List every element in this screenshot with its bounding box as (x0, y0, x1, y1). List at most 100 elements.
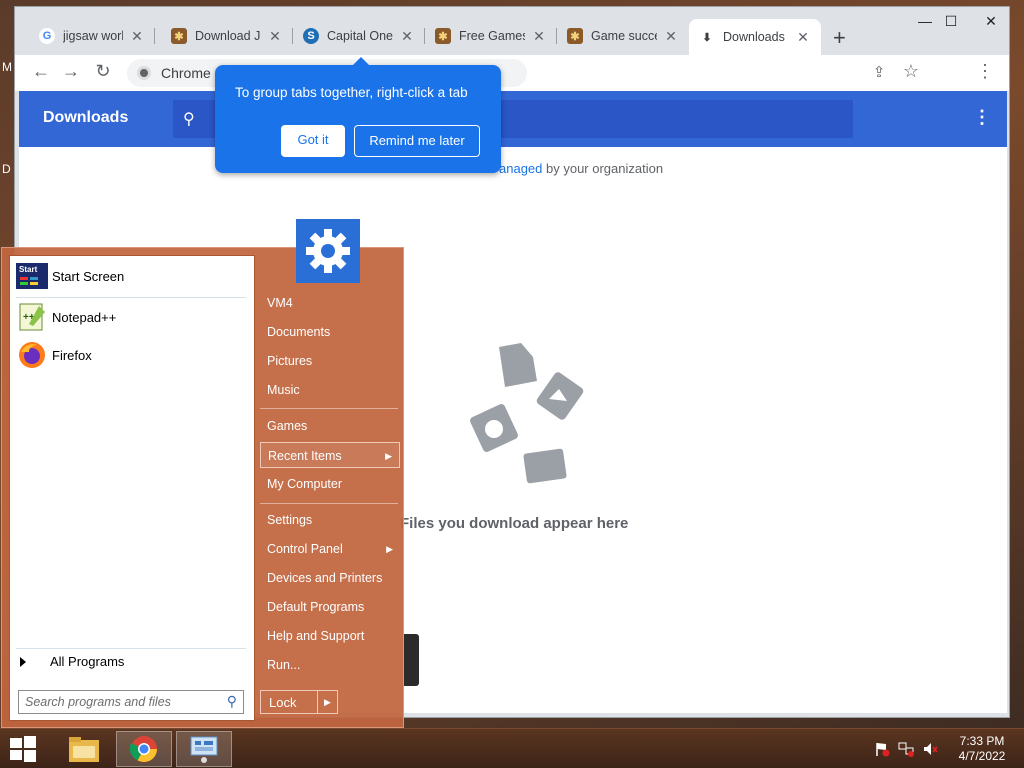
clock-time: 7:33 PM (959, 734, 1005, 748)
start-link-default-programs[interactable]: Default Programs (260, 594, 400, 620)
managed-text: by your organization (542, 161, 664, 176)
start-screen-icon: Start (16, 260, 48, 292)
start-link-run[interactable]: Run... (260, 652, 400, 678)
forward-icon[interactable]: → (59, 61, 83, 82)
taskbar-control-panel[interactable] (176, 731, 232, 767)
start-search-input[interactable]: Search programs and files ⚲ (18, 690, 244, 714)
divider (260, 503, 398, 504)
tab-strip: G jigsaw world ✕ ✱ Download Ji ✕ S Capit… (15, 7, 1009, 55)
start-menu-programs-pane: Start Start Screen ++ Notepad++ Firefox … (9, 255, 255, 721)
download-icon: ⬇ (702, 31, 712, 44)
submenu-arrow-icon: ▶ (385, 451, 392, 461)
empty-message: Files you download appear here (400, 515, 629, 532)
back-icon[interactable]: ← (29, 61, 53, 82)
got-it-button[interactable]: Got it (281, 125, 345, 157)
close-icon[interactable]: ✕ (267, 28, 283, 45)
clock-date: 4/7/2022 (958, 749, 1006, 763)
divider (16, 297, 246, 298)
managed-notice: anaged by your organization (499, 161, 663, 176)
empty-downloads-illustration (470, 343, 584, 484)
new-tab-button[interactable]: + (833, 25, 846, 51)
remind-me-later-button[interactable]: Remind me later (354, 125, 480, 157)
tab-label: Capital One (327, 29, 393, 43)
start-item-start-screen[interactable]: Start Start Screen (16, 260, 124, 292)
start-item-firefox[interactable]: Firefox (16, 339, 92, 371)
tab-label: Game succe (591, 29, 657, 43)
submenu-arrow-icon: ▶ (386, 544, 393, 554)
all-programs-button[interactable]: All Programs (20, 654, 124, 669)
start-link-help-and-support[interactable]: Help and Support (260, 623, 400, 649)
bookmark-star-icon[interactable]: ☆ (899, 61, 923, 82)
reload-icon[interactable]: ↻ (91, 61, 115, 82)
close-icon[interactable]: ✕ (129, 28, 145, 45)
more-actions-icon[interactable]: ⋮ (973, 107, 991, 128)
file-icon (499, 343, 537, 387)
tab-download-jigsaw[interactable]: ✱ Download Ji ✕ (161, 19, 293, 53)
start-link-documents[interactable]: Documents (260, 319, 400, 345)
jigsaw-game-icon: ✱ (435, 28, 451, 44)
menu-label: Control Panel (267, 542, 343, 556)
google-icon: G (39, 28, 55, 44)
divider (260, 408, 398, 409)
start-button[interactable] (8, 735, 40, 763)
managed-link[interactable]: anaged (499, 161, 542, 176)
close-window-button[interactable]: ✕ (977, 13, 1005, 30)
taskbar-file-explorer[interactable] (56, 731, 112, 767)
tab-game-success[interactable]: ✱ Game succe ✕ (557, 19, 689, 53)
start-item-label: Notepad++ (52, 309, 117, 325)
menu-label: Recent Items (268, 449, 342, 463)
start-link-pictures[interactable]: Pictures (260, 348, 400, 374)
system-clock[interactable]: 7:33 PM 4/7/2022 (948, 734, 1016, 764)
start-item-label: Start Screen (52, 268, 125, 284)
video-icon (523, 448, 567, 484)
close-icon[interactable]: ✕ (663, 28, 679, 45)
share-icon[interactable]: ⇪ (867, 63, 891, 81)
network-icon[interactable] (898, 741, 914, 760)
minimize-button[interactable]: — (911, 13, 939, 29)
close-icon[interactable]: ✕ (531, 28, 547, 45)
tab-label: Free Games (459, 29, 525, 43)
start-menu: Start Start Screen ++ Notepad++ Firefox … (1, 247, 404, 728)
svg-text:Start: Start (19, 265, 38, 274)
tab-label: Download Ji (195, 29, 261, 43)
volume-muted-icon[interactable] (922, 741, 938, 760)
start-item-label: Firefox (52, 347, 92, 363)
power-options-arrow-icon[interactable]: ▶ (317, 691, 337, 713)
notepad-plus-plus-icon: ++ (16, 301, 48, 333)
start-link-music[interactable]: Music (260, 377, 400, 403)
page-title: Downloads (43, 109, 129, 126)
tab-jigsaw-world[interactable]: G jigsaw world ✕ (29, 19, 155, 53)
chrome-page-icon (137, 66, 151, 80)
close-icon[interactable]: ✕ (399, 28, 415, 45)
address-text: Chrome (161, 65, 211, 81)
action-center-flag-icon[interactable] (874, 741, 890, 760)
taskbar-chrome[interactable] (116, 731, 172, 767)
close-icon[interactable]: ✕ (795, 29, 811, 46)
start-link-devices-and-printers[interactable]: Devices and Printers (260, 565, 400, 591)
tab-capital-one[interactable]: S Capital One ✕ (293, 19, 425, 53)
browser-toolbar: ← → ↻ Chrome ⇪ ☆ ⋮ (15, 55, 1009, 91)
expand-arrow-icon (20, 656, 26, 667)
start-link-my-computer[interactable]: My Computer (260, 471, 400, 497)
settings-gear-tile[interactable] (296, 219, 360, 283)
start-link-vm4[interactable]: VM4 (260, 290, 400, 316)
tab-free-games[interactable]: ✱ Free Games ✕ (425, 19, 557, 53)
jigsaw-game-icon: ✱ (171, 28, 187, 44)
start-item-notepad-plus-plus[interactable]: ++ Notepad++ (16, 301, 116, 333)
divider (16, 648, 246, 649)
lock-button[interactable]: Lock ▶ (260, 690, 338, 714)
search-icon: ⚲ (226, 693, 237, 709)
windows-logo-icon (10, 736, 36, 762)
hidden-window-edge (404, 634, 419, 686)
start-link-games[interactable]: Games (260, 413, 400, 439)
downloads-header: Downloads ⚲ ⋮ (19, 91, 1007, 147)
tab-downloads[interactable]: ⬇ Downloads ✕ (689, 19, 821, 55)
all-programs-label: All Programs (50, 654, 125, 669)
capital-one-icon: S (303, 28, 319, 44)
start-link-control-panel[interactable]: Control Panel ▶ (260, 536, 400, 562)
start-link-settings[interactable]: Settings (260, 507, 400, 533)
chrome-menu-icon[interactable]: ⋮ (973, 61, 997, 82)
desktop-edge-text: D (2, 162, 11, 176)
maximize-button[interactable]: ☐ (937, 13, 965, 30)
start-link-recent-items[interactable]: Recent Items ▶ (260, 442, 400, 468)
